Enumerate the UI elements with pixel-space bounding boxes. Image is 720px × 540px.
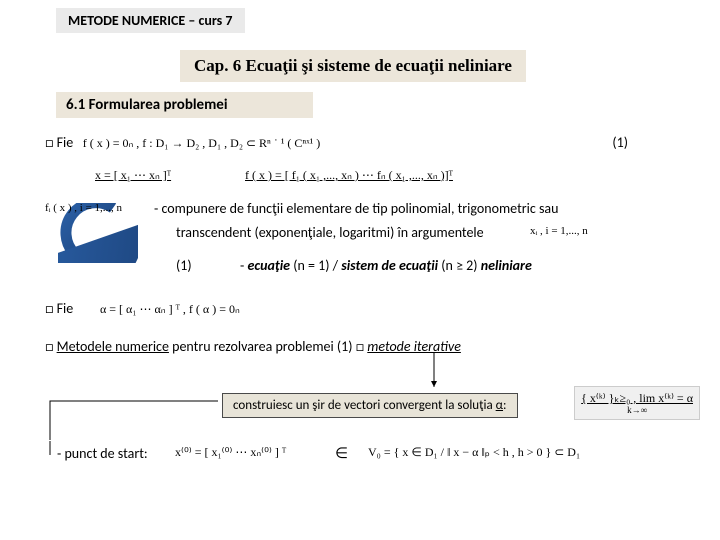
builds-box: construiesc un şir de vectori convergent…: [222, 393, 518, 418]
fi-label: fᵢ ( x ) , i = 1,..., n: [45, 202, 122, 214]
composition-line-2: transcendent (exponenţiale, logaritmi) î…: [176, 224, 484, 241]
composition-line-1: - compunere de funcţii elementare de tip…: [154, 200, 558, 217]
fie1-math: f ( x ) = 0ₙ , f : D₁ → D₂ , D₁ , D₂ ⊂ R…: [83, 136, 321, 150]
x-definition: x = [ x₁ ⋯ xₙ ]ᵀ: [95, 168, 171, 183]
alpha-definition: α = [ α₁ ⋯ αₙ ] ᵀ , f ( α ) = 0ₙ: [100, 302, 240, 317]
equation-number-1: (1): [612, 134, 628, 151]
start-point-label: - punct de start:: [57, 445, 148, 462]
fie2-prefix: □ Fie: [45, 300, 73, 317]
start-point-math: x⁽⁰⁾ = [ x₁⁽⁰⁾ ⋯ xₙ⁽⁰⁾ ] ᵀ: [175, 445, 286, 460]
line3-d: metode iterative: [367, 338, 461, 355]
builds-c: :: [503, 398, 506, 413]
lim-sub: k→∞: [581, 405, 693, 415]
element-of-symbol: ∈: [335, 444, 348, 463]
line3-c: pentru rezolvarea problemei (1) □: [169, 338, 367, 355]
line3-b: Metodele numerice: [57, 338, 169, 355]
methods-line: □ Metodele numerice pentru rezolvarea pr…: [45, 338, 461, 355]
chapter-title: Cap. 6 Ecuaţii şi sisteme de ecuaţii nel…: [180, 50, 526, 82]
fie-line-2: □ Fie: [45, 300, 73, 317]
fie1-prefix: □ Fie: [45, 134, 73, 151]
eq-description: - ecuaţie (n = 1) / sistem de ecuaţii (n…: [240, 257, 532, 274]
fie-line-1: □ Fie f ( x ) = 0ₙ , f : D₁ → D₂ , D₁ , …: [45, 134, 320, 151]
eq-desc-c: (n = 1) /: [290, 257, 341, 274]
limit-expression-box: { x⁽ᵏ⁾ }ₖ≥₀ , lim x⁽ᵏ⁾ = α k→∞: [574, 386, 700, 420]
course-header: METODE NUMERICE – curs 7: [56, 8, 245, 33]
eq-one-ref: (1): [176, 257, 192, 274]
lim-expr: { x⁽ᵏ⁾ }ₖ≥₀ , lim x⁽ᵏ⁾ = α: [581, 391, 693, 405]
eq-desc-e: (n ≥ 2): [438, 257, 481, 274]
eq-desc-b: ecuaţie: [247, 257, 290, 274]
v0-definition: V₀ = { x ∈ D₁ / ‖ x − α ‖ₚ < h , h > 0 }…: [368, 445, 580, 460]
eq-desc-f: neliniare: [481, 257, 532, 274]
builds-a: construiesc un şir de vectori convergent…: [233, 398, 496, 413]
f-definition: f ( x ) = [ f₁ ( x₁ ,..., xₙ ) ⋯ fₙ ( x₁…: [245, 168, 453, 183]
builds-b: α: [496, 398, 503, 413]
line3-a: □: [45, 338, 57, 355]
xi-label: xᵢ , i = 1,..., n: [530, 225, 588, 237]
eq-desc-d: sistem de ecuaţii: [341, 257, 438, 274]
section-title: 6.1 Formularea problemei: [56, 92, 313, 118]
